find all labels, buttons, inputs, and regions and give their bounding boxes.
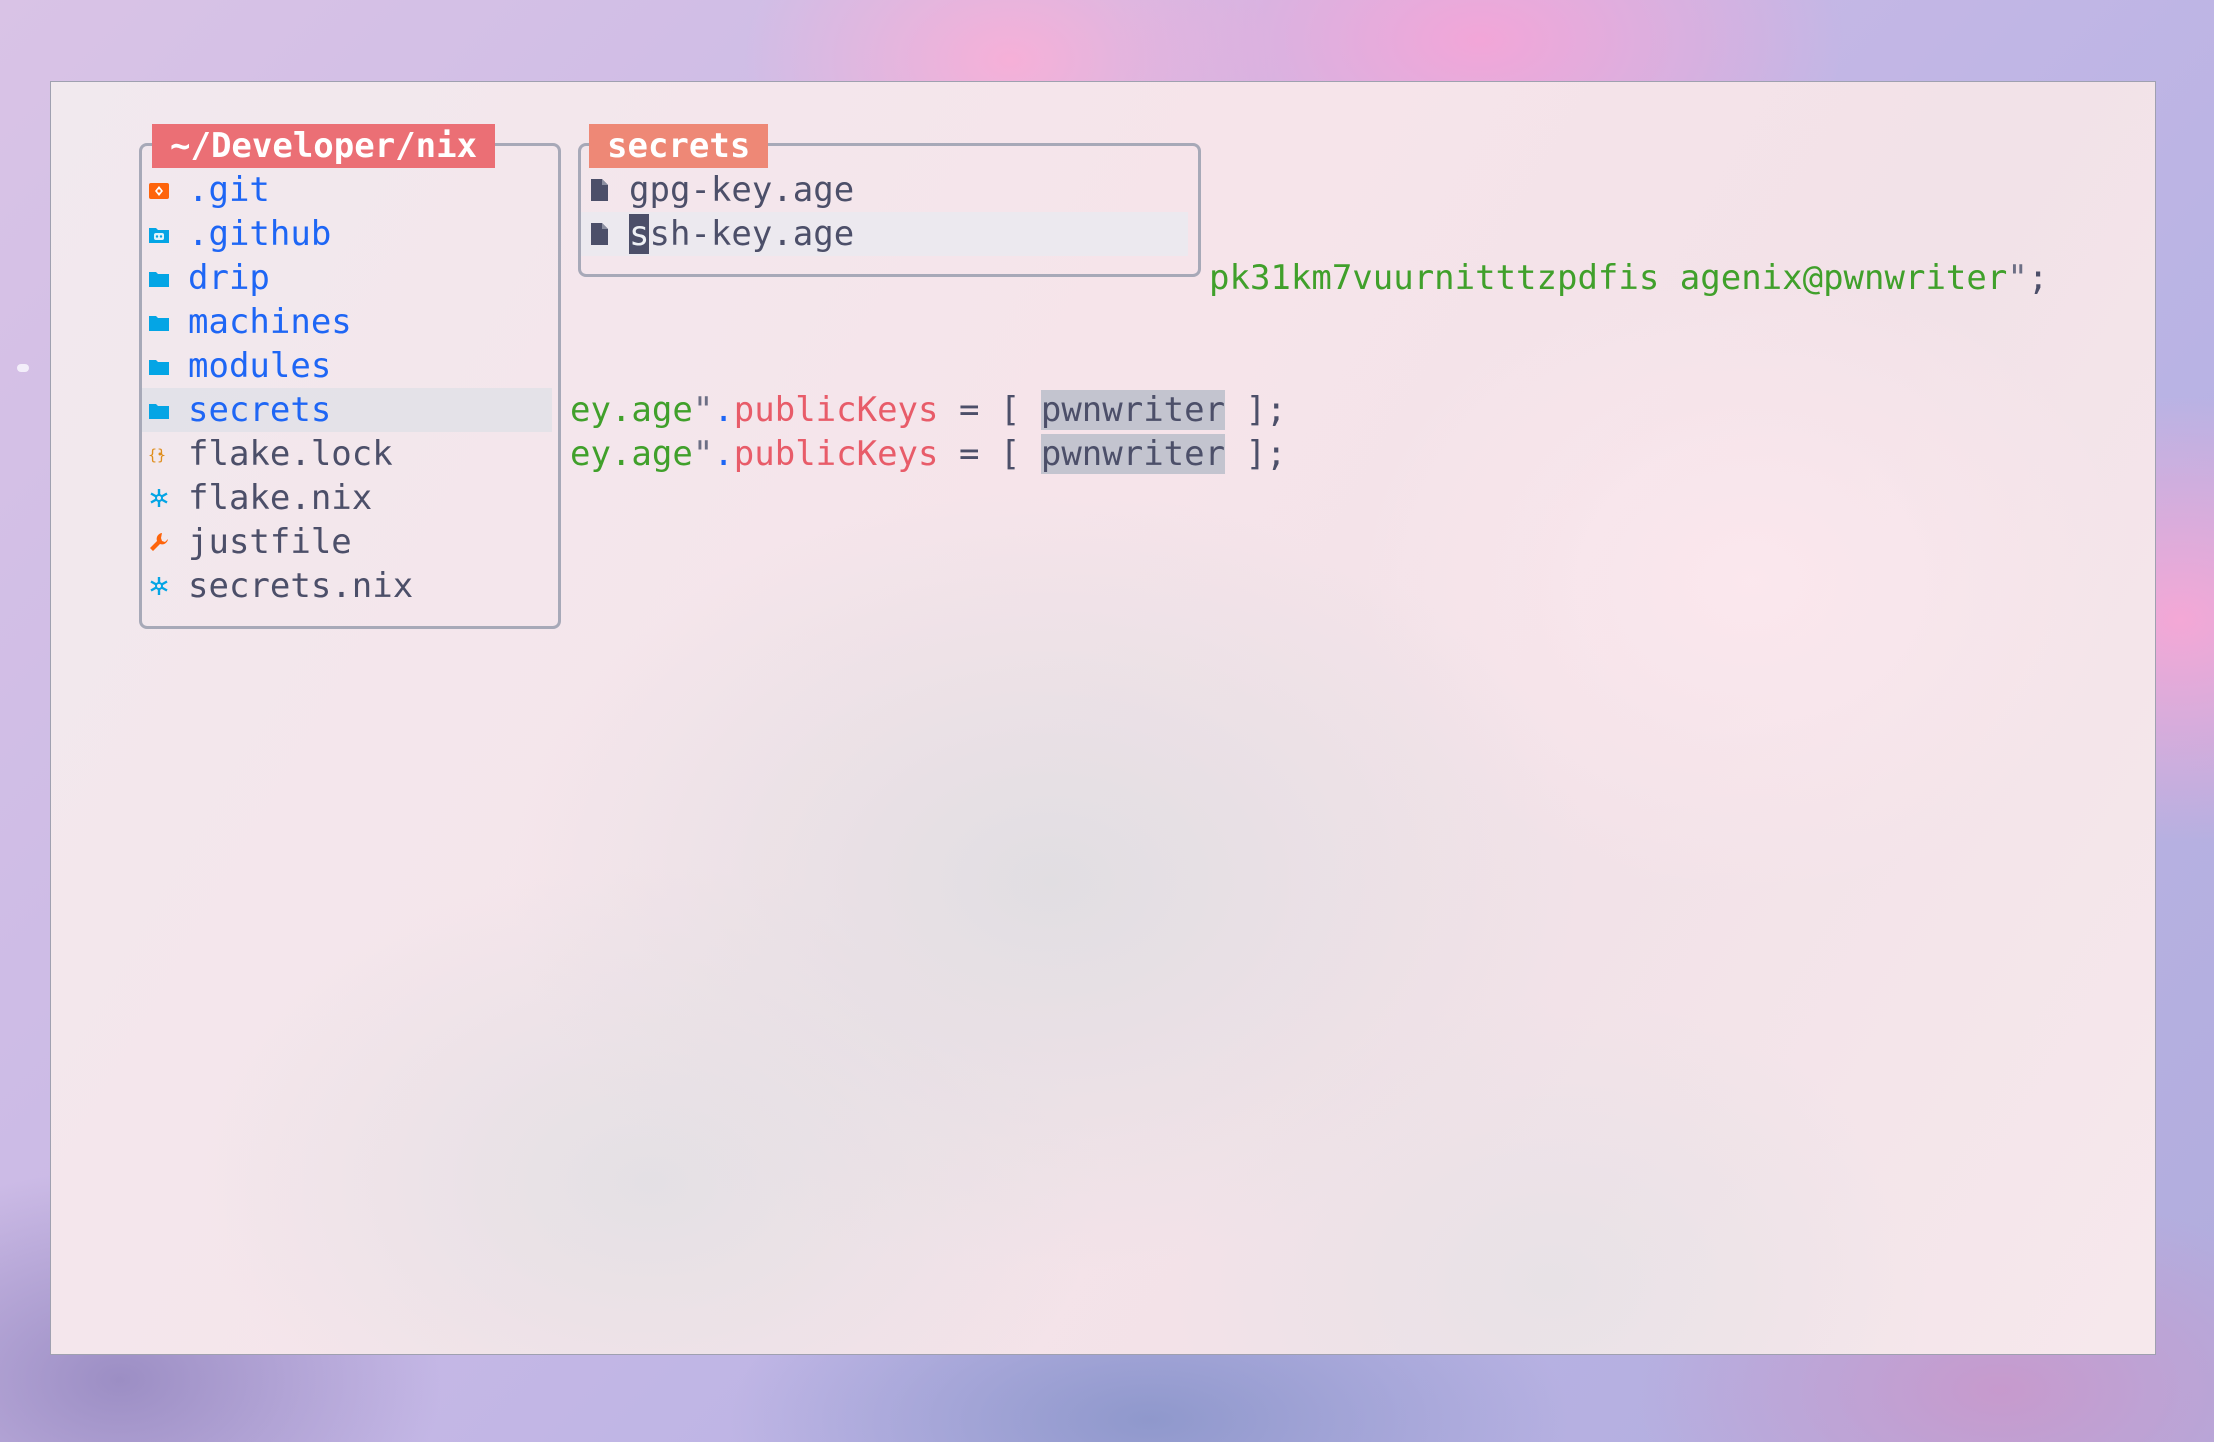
- file-list: .git .github drip machines modules secre…: [142, 168, 558, 608]
- wrench-icon: [148, 531, 188, 553]
- search-highlight: pwnwriter: [1040, 434, 1226, 474]
- list-item-secrets[interactable]: secrets: [142, 388, 552, 432]
- code-line-1: pk31km7vuurnitttzpdfis agenix@pwnwriter"…: [1209, 258, 2049, 298]
- nix-snowflake-icon: [148, 487, 188, 509]
- list-item-github[interactable]: .github: [142, 212, 558, 256]
- preview-list: gpg-key.age ssh-key.age: [581, 168, 1198, 256]
- list-item-machines[interactable]: machines: [142, 300, 558, 344]
- file-icon: [589, 222, 629, 246]
- search-highlight: pwnwriter: [1040, 390, 1226, 430]
- terminal-window[interactable]: pk31km7vuurnitttzpdfis agenix@pwnwriter"…: [50, 81, 2156, 1355]
- current-directory-title: ~/Developer/nix: [152, 124, 496, 168]
- github-folder-icon: [148, 224, 188, 244]
- text-cursor: s: [629, 214, 650, 254]
- json-braces-icon: {}: [148, 443, 188, 465]
- nix-snowflake-icon: [148, 575, 188, 597]
- folder-icon: [148, 312, 188, 332]
- file-icon: [589, 178, 629, 202]
- file-browser-panel[interactable]: ~/Developer/nix .git .github drip machin…: [139, 124, 561, 629]
- preview-directory-title: secrets: [589, 124, 769, 168]
- desktop-indicator: [17, 364, 29, 372]
- folder-icon: [148, 268, 188, 288]
- directory-preview-panel[interactable]: secrets gpg-key.age ssh-key.age: [578, 124, 1201, 277]
- list-item-drip[interactable]: drip: [142, 256, 558, 300]
- list-item-gpg-key-age[interactable]: gpg-key.age: [581, 168, 1198, 212]
- list-item-modules[interactable]: modules: [142, 344, 558, 388]
- list-item-secrets-nix[interactable]: secrets.nix: [142, 564, 558, 608]
- list-item-git[interactable]: .git: [142, 168, 558, 212]
- list-item-flake-lock[interactable]: {} flake.lock: [142, 432, 558, 476]
- list-item-ssh-key-age[interactable]: ssh-key.age: [581, 212, 1188, 256]
- code-line-3: ey.age".publicKeys = [ pwnwriter ];: [570, 434, 1287, 474]
- svg-text:{}: {}: [148, 446, 166, 464]
- folder-icon: [148, 356, 188, 376]
- list-item-justfile[interactable]: justfile: [142, 520, 558, 564]
- git-folder-icon: [148, 180, 188, 200]
- public-key-string: pk31km7vuurnitttzpdfis agenix@pwnwriter: [1209, 258, 2008, 298]
- list-item-flake-nix[interactable]: flake.nix: [142, 476, 558, 520]
- code-line-2: ey.age".publicKeys = [ pwnwriter ];: [570, 390, 1287, 430]
- folder-icon: [148, 400, 188, 420]
